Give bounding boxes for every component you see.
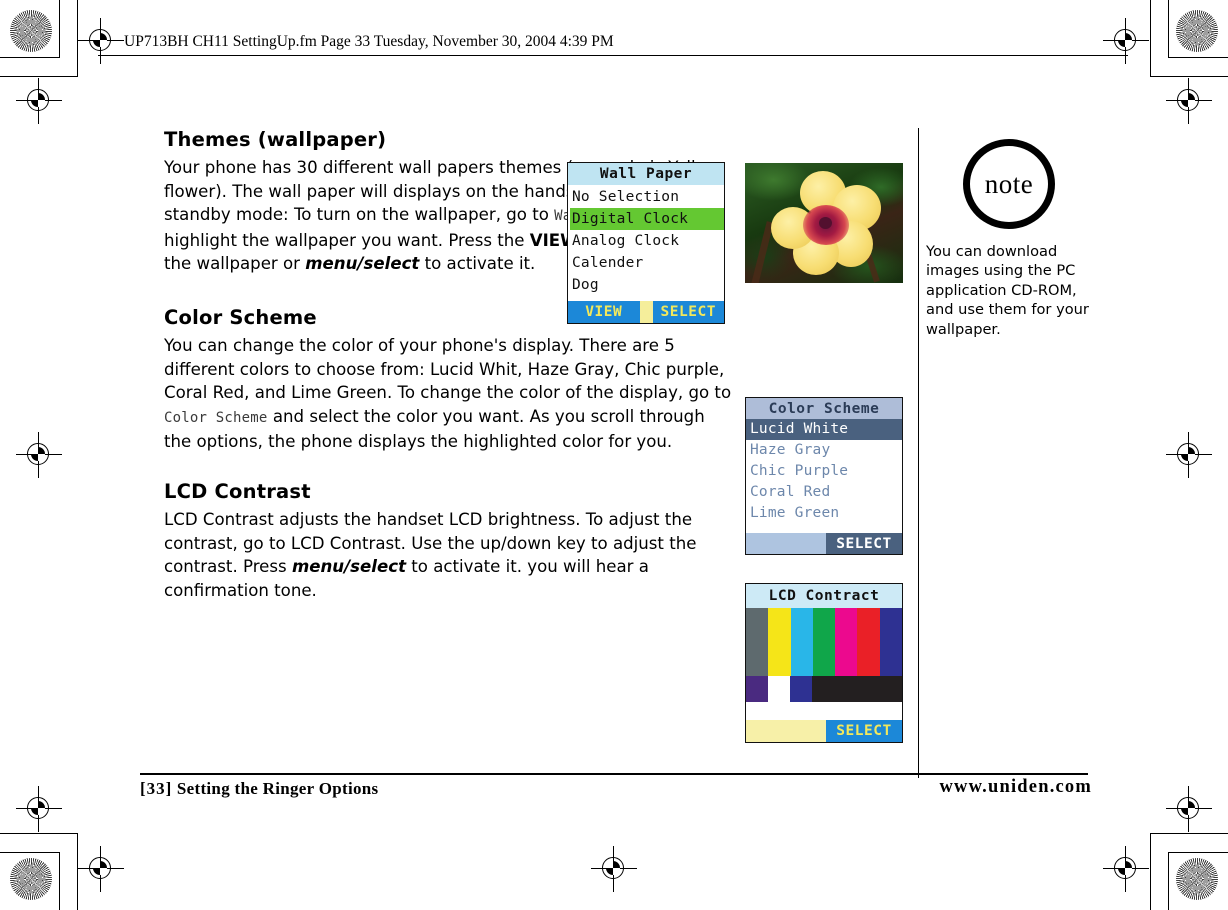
wallpaper-screen-title: Wall Paper (568, 163, 724, 185)
crop-line-bl-h (0, 852, 60, 854)
star-target-bottom-right (1176, 858, 1218, 900)
star-target-top-left (10, 10, 52, 52)
color-bar-gray (746, 608, 769, 676)
wallpaper-item-digital-clock[interactable]: Digital Clock (570, 208, 724, 230)
wallpaper-menu-list: No Selection Digital Clock Analog Clock … (568, 185, 724, 296)
secondary-bar-indigo (790, 676, 812, 702)
registration-mark-bottom-right (1103, 846, 1149, 892)
themes-bolditalic-menuselect: menu/select (305, 254, 420, 274)
colorscheme-menu-list: Lucid White Haze Gray Chic Purple Coral … (746, 419, 902, 524)
registration-mark-left-upper (16, 78, 62, 124)
footer-left-group: [33] Setting the Ringer Options (140, 779, 378, 799)
colorscheme-item-coral-red[interactable]: Coral Red (746, 482, 902, 503)
crop-line-tr-v (1168, 0, 1170, 58)
color-bar-blue (879, 608, 902, 676)
footer-divider (140, 773, 1088, 775)
secondary-bar-purple (746, 676, 768, 702)
registration-mark-left-lower (16, 786, 62, 832)
wallpaper-item-analog-clock[interactable]: Analog Clock (570, 230, 724, 252)
registration-mark-bottom-center (591, 846, 637, 892)
colorscheme-screen-title: Color Scheme (746, 398, 902, 419)
colorscheme-softkey-select[interactable]: SELECT (826, 533, 902, 554)
color-bar-green (812, 608, 836, 676)
registration-mark-right-upper (1166, 78, 1212, 124)
colorscheme-item-haze-gray[interactable]: Haze Gray (746, 440, 902, 461)
color-bar-cyan (790, 608, 813, 676)
crop-line-tr-h2 (1150, 76, 1228, 78)
section-heading-themes: Themes (wallpaper) (164, 128, 387, 151)
crop-line-br-h (1168, 852, 1228, 854)
lcdcontrast-screen-title: LCD Contract (746, 584, 902, 608)
lcdcontrast-color-bars (746, 608, 902, 676)
note-column-divider (918, 128, 920, 778)
header-divider (98, 55, 1128, 57)
colorscheme-inline-menu-path: Color Scheme (164, 409, 268, 426)
themes-text-2: To turn on the wallpaper, go to (293, 205, 555, 225)
lcdcontrast-softkey-empty (746, 720, 826, 742)
crop-line-tl-h (0, 57, 60, 59)
photo-flower-stigma (819, 217, 832, 229)
wallpaper-softkey-select[interactable]: SELECT (653, 301, 725, 323)
crop-line-br-h2 (1150, 833, 1228, 835)
wallpaper-item-dog[interactable]: Dog (570, 274, 724, 296)
lcdcontrast-bolditalic-menuselect: menu/select (291, 557, 407, 577)
color-bar-magenta (835, 608, 858, 676)
secondary-bar-white (768, 676, 790, 702)
softkey-divider (639, 301, 653, 323)
lcdcontrast-white-band (746, 702, 902, 720)
secondary-bar-black (812, 676, 902, 702)
registration-mark-bottom-left (78, 846, 124, 892)
manual-page: UP713BH CH11 SettingUp.fm Page 33 Tuesda… (0, 0, 1228, 910)
colorscheme-item-lucid-white[interactable]: Lucid White (746, 419, 902, 440)
lcd-contrast-screenshot: LCD Contract SELECT (745, 583, 903, 743)
registration-mark-right-lower (1166, 786, 1212, 832)
crop-line-tr-h (1168, 57, 1228, 59)
lcdcontrast-softkey-bar: SELECT (746, 720, 902, 742)
lcd-contrast-paragraph: LCD Contrast adjusts the handset LCD bri… (164, 508, 734, 602)
colorscheme-item-chic-purple[interactable]: Chic Purple (746, 461, 902, 482)
colorscheme-softkey-empty (746, 533, 826, 554)
note-badge-icon: note (963, 139, 1055, 229)
yellow-flower-photo (745, 163, 903, 283)
registration-mark-left-middle (16, 432, 62, 478)
crop-line-tr-v2 (1150, 0, 1152, 77)
star-target-top-right (1176, 10, 1218, 52)
note-body-text: You can download images using the PC app… (926, 243, 1089, 338)
lcdcontrast-secondary-bars (746, 676, 902, 702)
registration-mark-right-middle (1166, 432, 1212, 478)
section-heading-lcd-contrast: LCD Contrast (164, 479, 311, 503)
wallpaper-menu-screenshot: Wall Paper No Selection Digital Clock An… (567, 162, 725, 324)
crop-line-bl-h2 (0, 833, 78, 835)
document-header: UP713BH CH11 SettingUp.fm Page 33 Tuesda… (124, 33, 614, 50)
wallpaper-softkey-view[interactable]: VIEW (568, 301, 640, 323)
footer-page-number: [33] (140, 779, 173, 798)
crop-line-br-v2 (1150, 833, 1152, 910)
wallpaper-item-no-selection[interactable]: No Selection (570, 186, 724, 208)
colorscheme-item-lime-green[interactable]: Lime Green (746, 503, 902, 524)
crop-line-bl-v (59, 852, 61, 910)
color-scheme-paragraph: You can change the color of your phone's… (164, 334, 734, 454)
crop-line-tl-h2 (0, 76, 78, 78)
crop-line-br-v (1168, 852, 1170, 910)
note-badge-label: note (984, 168, 1034, 199)
colorscheme-text-2: To change the color of the display, go t… (397, 383, 732, 403)
star-target-bottom-left (10, 858, 52, 900)
lcdcontrast-softkey-select[interactable]: SELECT (826, 720, 902, 742)
wallpaper-softkey-bar: VIEW SELECT (568, 301, 724, 323)
themes-text-5: to activate it. (419, 254, 536, 274)
registration-mark-top-right (1103, 18, 1149, 64)
colorscheme-softkey-bar: SELECT (746, 533, 902, 554)
color-bar-yellow (768, 608, 791, 676)
registration-mark-top-left (78, 18, 124, 64)
footer-section-title: Setting the Ringer Options (176, 779, 379, 798)
color-bar-red (857, 608, 880, 676)
wallpaper-item-calender[interactable]: Calender (570, 252, 724, 274)
footer-website: www.uniden.com (939, 777, 1092, 797)
crop-line-tl-v (59, 0, 61, 58)
color-scheme-menu-screenshot: Color Scheme Lucid White Haze Gray Chic … (745, 397, 903, 555)
